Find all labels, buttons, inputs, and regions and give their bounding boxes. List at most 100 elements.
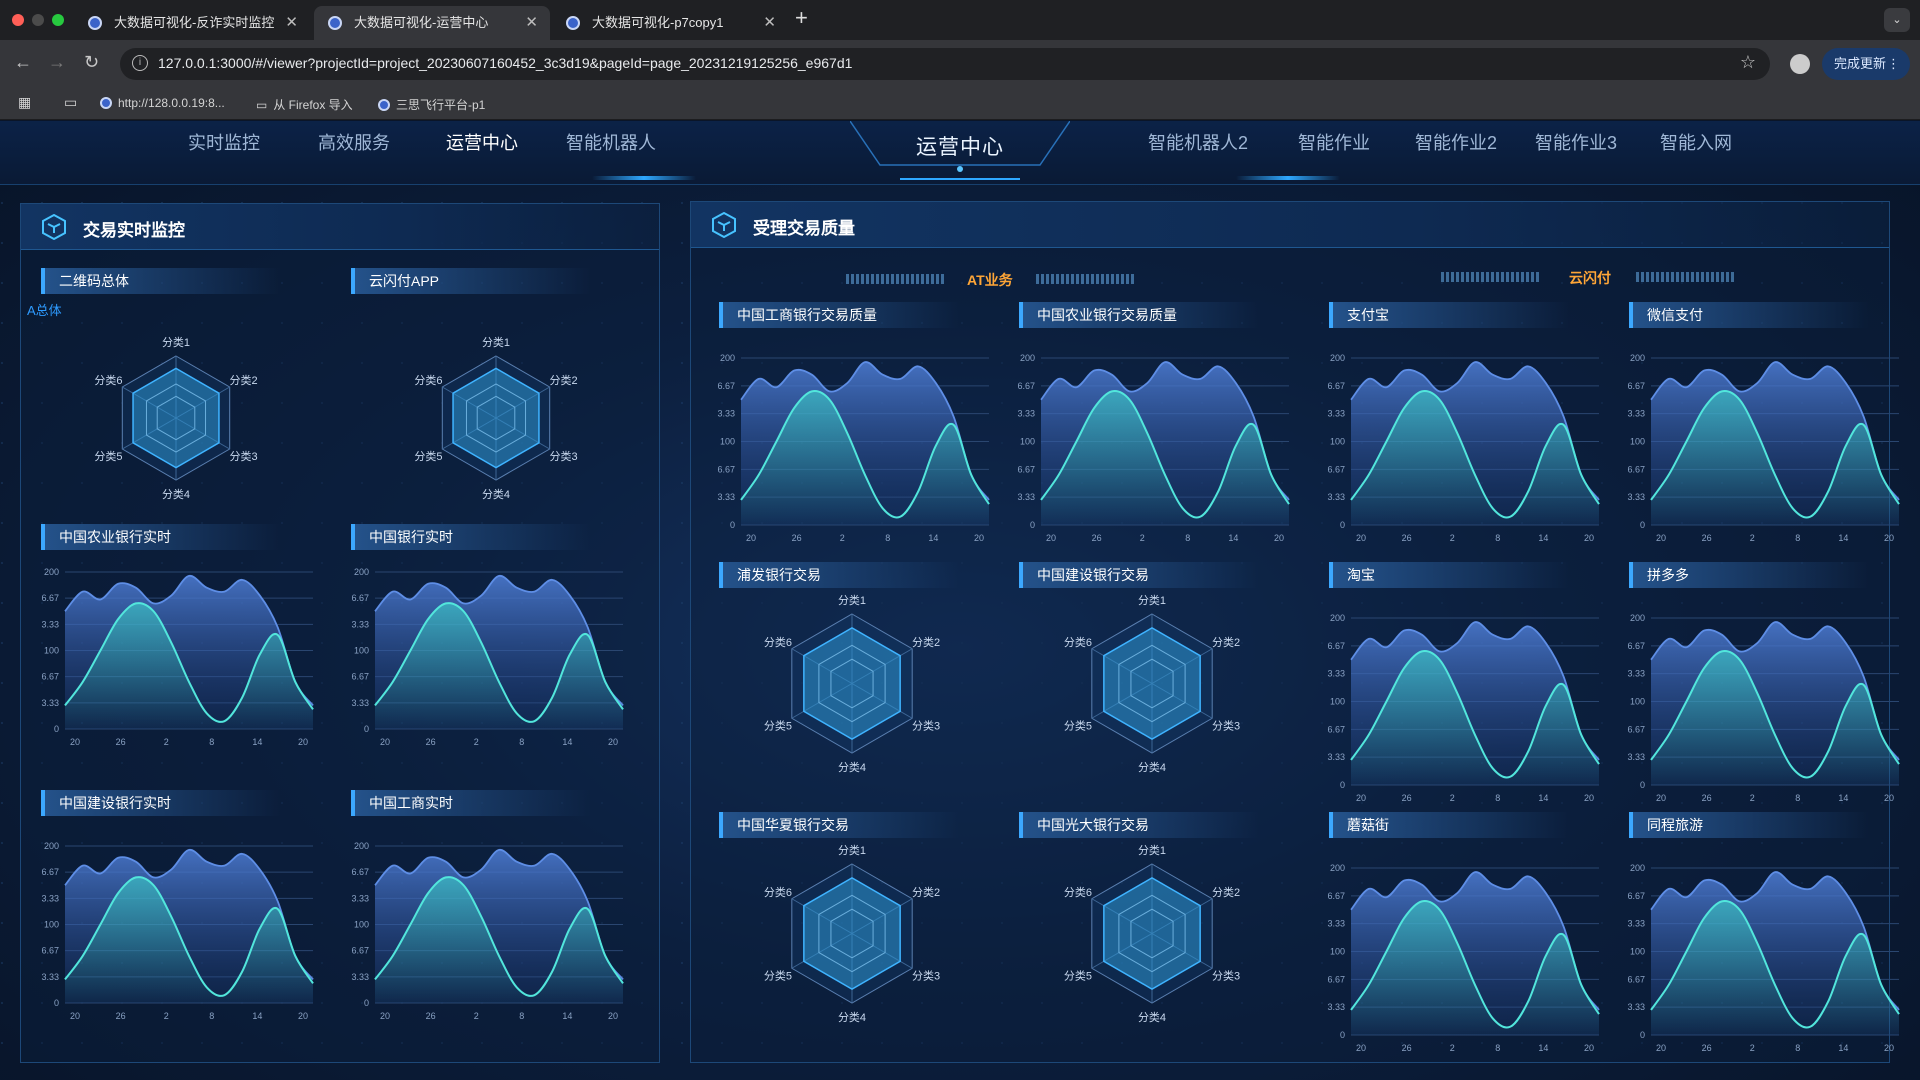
browser-tab-2-active[interactable]: 大数据可视化-运营中心 ✕ bbox=[314, 6, 550, 40]
back-arrow-icon[interactable]: ← bbox=[14, 52, 32, 72]
radar-axis-label: 分类5 bbox=[1064, 718, 1092, 732]
y-tick-label: 200 bbox=[1630, 613, 1645, 623]
nav-item-smart-operation-2[interactable]: 智能作业2 bbox=[1415, 129, 1497, 155]
bookmark-star-icon[interactable]: ☆ bbox=[1740, 52, 1756, 73]
minimize-window-button[interactable] bbox=[32, 14, 44, 26]
y-tick-label: 6.67 bbox=[1627, 891, 1645, 901]
browser-tab-1[interactable]: 大数据可视化-反诈实时监控 ✕ bbox=[74, 6, 310, 40]
y-tick-label: 100 bbox=[1020, 437, 1035, 447]
y-tick-label: 0 bbox=[364, 998, 369, 1008]
x-tick-label: 20 bbox=[1884, 1043, 1894, 1053]
x-tick-label: 2 bbox=[1750, 1043, 1755, 1053]
hexagon-cube-icon bbox=[42, 214, 66, 240]
radar-axis-label: 分类5 bbox=[764, 968, 792, 982]
x-tick-label: 8 bbox=[209, 1011, 214, 1021]
radar-chart: 分类1 分类2 分类3 分类4 分类5 分类6 bbox=[764, 593, 940, 774]
y-tick-label: 3.33 bbox=[351, 619, 369, 629]
area-chart: 0 3.33 6.67 100 3.33 6.67 200 20 26 2 8 14 20 bbox=[717, 353, 990, 543]
globe-icon bbox=[328, 16, 342, 30]
y-tick-label: 3.33 bbox=[351, 893, 369, 903]
browser-tab-3[interactable]: 大数据可视化-p7copy1 ✕ bbox=[552, 6, 788, 40]
x-tick-label: 26 bbox=[1402, 793, 1412, 803]
y-tick-label: 6.67 bbox=[1627, 381, 1645, 391]
radar-axis-label: 分类4 bbox=[482, 487, 510, 501]
close-tab-icon[interactable]: ✕ bbox=[763, 6, 776, 40]
x-tick-label: 26 bbox=[116, 737, 126, 747]
y-tick-label: 3.33 bbox=[1017, 492, 1035, 502]
new-tab-button[interactable]: + bbox=[795, 5, 808, 31]
x-tick-label: 14 bbox=[252, 737, 262, 747]
radar-axis-label: 分类3 bbox=[1212, 718, 1240, 732]
url-text[interactable]: 127.0.0.1:3000/#/viewer?projectId=projec… bbox=[158, 55, 852, 71]
y-tick-label: 6.67 bbox=[1627, 641, 1645, 651]
site-info-icon[interactable]: i bbox=[132, 55, 148, 71]
apps-grid-icon[interactable]: ▦ bbox=[18, 94, 31, 111]
x-tick-label: 8 bbox=[1185, 533, 1190, 543]
tab-title: 大数据可视化-运营中心 bbox=[354, 15, 489, 30]
radar-chart: 分类1 分类2 分类3 分类4 分类5 分类6 bbox=[1064, 593, 1240, 774]
nav-item-efficient-service[interactable]: 高效服务 bbox=[318, 129, 390, 155]
y-tick-label: 0 bbox=[1640, 780, 1645, 790]
y-tick-label: 200 bbox=[354, 567, 369, 577]
y-tick-label: 0 bbox=[54, 724, 59, 734]
chart-title: 中国工商银行交易质量 bbox=[719, 302, 959, 328]
chart-title: 同程旅游 bbox=[1629, 812, 1869, 838]
update-button[interactable]: 完成更新 ⋮ bbox=[1822, 48, 1910, 80]
x-tick-label: 26 bbox=[1092, 533, 1102, 543]
y-tick-label: 6.67 bbox=[41, 946, 59, 956]
x-tick-label: 26 bbox=[1702, 793, 1712, 803]
chart-title: 云闪付APP bbox=[351, 268, 591, 294]
nav-item-smart-operation-3[interactable]: 智能作业3 bbox=[1535, 129, 1617, 155]
y-tick-label: 3.33 bbox=[1017, 409, 1035, 419]
chart-title: 中国农业银行实时 bbox=[41, 524, 281, 550]
area-chart: 0 3.33 6.67 100 3.33 6.67 200 20 26 2 8 14 20 bbox=[41, 567, 314, 747]
y-tick-label: 200 bbox=[720, 353, 735, 363]
panel-header: 交易实时监控 bbox=[21, 204, 659, 250]
x-tick-label: 8 bbox=[1795, 533, 1800, 543]
x-tick-label: 26 bbox=[1702, 1043, 1712, 1053]
bookmark-item[interactable]: 三思飞行平台-p1 bbox=[378, 96, 485, 113]
maximize-window-button[interactable] bbox=[52, 14, 64, 26]
y-tick-label: 3.33 bbox=[1327, 409, 1345, 419]
profile-avatar-icon[interactable] bbox=[1790, 54, 1810, 74]
reload-icon[interactable]: ↻ bbox=[84, 52, 99, 72]
x-tick-label: 26 bbox=[116, 1011, 126, 1021]
close-tab-icon[interactable]: ✕ bbox=[525, 6, 538, 40]
tab-search-button[interactable]: ⌄ bbox=[1884, 8, 1910, 32]
x-tick-label: 8 bbox=[1495, 533, 1500, 543]
y-tick-label: 3.33 bbox=[41, 619, 59, 629]
radar-axis-label: 分类2 bbox=[912, 885, 940, 899]
nav-item-operations-center[interactable]: 运营中心 bbox=[446, 129, 518, 155]
x-tick-label: 14 bbox=[1538, 533, 1548, 543]
segment-label-at: AT业务 bbox=[967, 272, 1013, 288]
close-tab-icon[interactable]: ✕ bbox=[285, 6, 298, 40]
more-menu-icon[interactable]: ⋮ bbox=[1887, 48, 1900, 80]
nav-item-smart-operation[interactable]: 智能作业 bbox=[1298, 129, 1370, 155]
close-window-button[interactable] bbox=[12, 14, 24, 26]
nav-item-realtime-monitor[interactable]: 实时监控 bbox=[188, 129, 260, 155]
y-tick-label: 6.67 bbox=[717, 381, 735, 391]
hexagon-cube-icon bbox=[712, 212, 736, 238]
address-bar[interactable]: i 127.0.0.1:3000/#/viewer?projectId=proj… bbox=[120, 48, 1770, 80]
area-chart: 0 3.33 6.67 100 3.33 6.67 200 20 26 2 8 14 20 bbox=[1627, 863, 1900, 1053]
y-tick-label: 200 bbox=[1330, 613, 1345, 623]
x-tick-label: 14 bbox=[928, 533, 938, 543]
nav-item-smart-network[interactable]: 智能入网 bbox=[1660, 129, 1732, 155]
y-tick-label: 0 bbox=[364, 724, 369, 734]
x-tick-label: 14 bbox=[1228, 533, 1238, 543]
bookmark-folder-firefox[interactable]: ▭ 从 Firefox 导入 bbox=[256, 96, 353, 113]
bookmark-item[interactable]: http://128.0.0.19:8... bbox=[100, 96, 225, 110]
y-tick-label: 6.67 bbox=[351, 672, 369, 682]
nav-item-smart-robot[interactable]: 智能机器人 bbox=[566, 129, 656, 155]
y-tick-label: 200 bbox=[44, 841, 59, 851]
segment-divider bbox=[1441, 272, 1541, 282]
radar-axis-label: 分类6 bbox=[1064, 885, 1092, 899]
folder-icon[interactable]: ▭ bbox=[64, 94, 77, 111]
radar-axis-label: 分类3 bbox=[912, 968, 940, 982]
nav-item-smart-robot-2[interactable]: 智能机器人2 bbox=[1148, 129, 1248, 155]
chart-title: 二维码总体 bbox=[41, 268, 281, 294]
y-tick-label: 3.33 bbox=[1327, 669, 1345, 679]
radar-axis-label: 分类3 bbox=[229, 449, 257, 463]
forward-arrow-icon[interactable]: → bbox=[48, 52, 66, 72]
area-chart: 0 3.33 6.67 100 3.33 6.67 200 20 26 2 8 14 20 bbox=[41, 841, 314, 1021]
